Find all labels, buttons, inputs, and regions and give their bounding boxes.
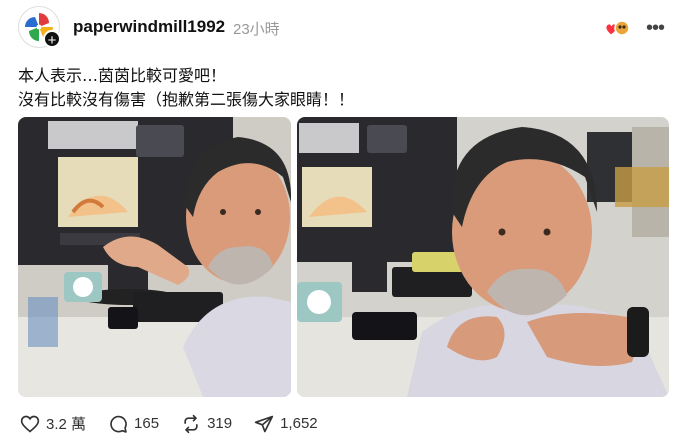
comment-button[interactable]: 165 <box>108 414 159 434</box>
post-text-line-1: 本人表示…茵茵比較可愛吧！ <box>18 66 227 85</box>
emoji-icon <box>614 20 630 36</box>
comment-icon <box>110 415 127 433</box>
repost-count: 319 <box>207 415 233 432</box>
username[interactable]: paperwindmill1992 <box>73 17 225 37</box>
post-text-line-2: 沒有比較沒有傷害（抱歉第二張傷大家眼睛！！ <box>18 90 355 109</box>
plus-icon: + <box>47 32 57 49</box>
share-count: 1,652 <box>280 415 318 432</box>
reaction-badges[interactable] <box>605 20 631 38</box>
send-icon <box>254 415 274 432</box>
repost-icon <box>184 414 198 433</box>
timestamp: 23小時 <box>233 21 280 38</box>
share-button[interactable]: 1,652 <box>254 414 318 434</box>
heart-icon <box>20 415 40 433</box>
follow-button[interactable]: + <box>43 30 61 49</box>
action-bar: 3.2 萬 165 319 1,652 <box>20 413 340 434</box>
like-count: 3.2 萬 <box>46 416 87 433</box>
like-button[interactable]: 3.2 萬 <box>20 413 86 434</box>
more-horizontal-icon[interactable]: ••• <box>646 17 665 40</box>
repost-button[interactable]: 319 <box>181 414 232 434</box>
photo-2[interactable] <box>297 117 669 397</box>
photo-1[interactable] <box>18 117 291 397</box>
post-text: 本人表示…茵茵比較可愛吧！ 沒有比較沒有傷害（抱歉第二張傷大家眼睛！！ <box>18 64 354 112</box>
comment-count: 165 <box>134 415 160 432</box>
